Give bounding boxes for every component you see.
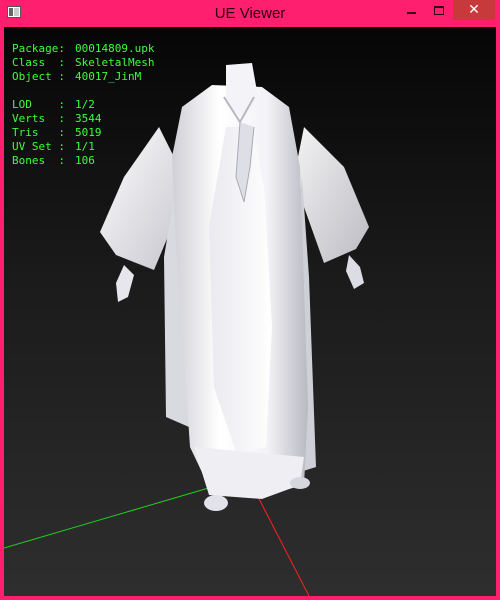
info-value: 1/2 (75, 98, 95, 111)
3d-viewport[interactable]: Package: 00014809.upk Class : SkeletalMesh… (4, 27, 496, 596)
info-key: Verts : (12, 112, 65, 125)
info-value: 106 (75, 154, 95, 167)
info-key: LOD : (12, 98, 65, 111)
mesh-info-panel: Package: 00014809.upk Class : SkeletalMesh… (12, 42, 154, 168)
info-tris-row: Tris : 5019 (12, 126, 154, 140)
info-key: Object : (12, 70, 65, 83)
minimize-icon (406, 12, 416, 14)
info-key: Package: (12, 42, 65, 55)
info-key: Bones : (12, 154, 65, 167)
info-key: Class : (12, 56, 65, 69)
info-bones-row: Bones : 106 (12, 154, 154, 168)
ue-viewer-window: UE Viewer ✕ Package: 00014809.upk Class … (0, 0, 500, 600)
info-lod-row: LOD : 1/2 (12, 98, 154, 112)
info-value: SkeletalMesh (75, 56, 155, 69)
info-value: 3544 (75, 112, 102, 125)
right-hand (346, 255, 364, 289)
close-button[interactable]: ✕ (453, 0, 495, 20)
maximize-icon (434, 5, 444, 15)
left-foot (204, 495, 228, 511)
info-package-row: Package: 00014809.upk (12, 42, 154, 56)
y-axis-line (4, 486, 213, 549)
info-uvset-row: UV Set : 1/1 (12, 140, 154, 154)
minimize-button[interactable] (398, 0, 424, 20)
info-key: UV Set : (12, 140, 65, 153)
left-hand (116, 265, 134, 302)
maximize-button[interactable] (426, 0, 452, 20)
info-class-row: Class : SkeletalMesh (12, 56, 154, 70)
x-axis-line (255, 492, 310, 596)
title-bar[interactable]: UE Viewer ✕ (0, 0, 500, 27)
right-sleeve (296, 127, 369, 263)
info-value: 00014809.upk (75, 42, 155, 55)
info-value: 40017_JinM (75, 70, 142, 83)
right-foot (290, 477, 310, 489)
info-value: 5019 (75, 126, 102, 139)
info-verts-row: Verts : 3544 (12, 112, 154, 126)
window-title: UE Viewer (214, 5, 286, 22)
info-key: Tris : (12, 126, 65, 139)
close-icon: ✕ (468, 2, 480, 18)
info-value: 1/1 (75, 140, 95, 153)
info-object-row: Object : 40017_JinM (12, 70, 154, 84)
